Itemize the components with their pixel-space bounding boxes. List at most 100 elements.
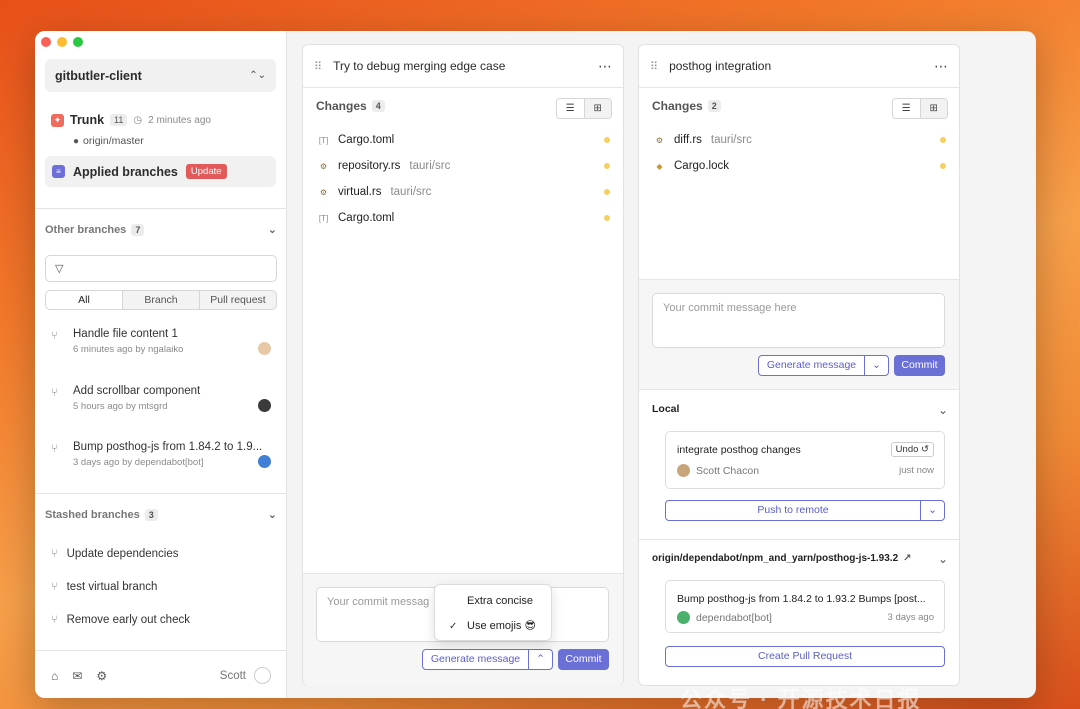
view-mode-toggle: ☰ ⊞ [892, 98, 948, 119]
commit-button[interactable]: Commit [894, 355, 945, 376]
applied-branches-item[interactable]: ≡ Applied branches Update [45, 156, 276, 187]
project-selector[interactable]: gitbutler-client ⌃⌄ [45, 59, 276, 92]
chevron-down-icon[interactable]: ⌄ [938, 403, 948, 417]
generate-options-menu: Extra concise ✓ Use emojis 😎 [434, 584, 552, 641]
minimize-window-button[interactable] [57, 37, 67, 47]
avatar [677, 611, 690, 624]
mail-icon[interactable]: ✉ [72, 669, 82, 683]
close-window-button[interactable] [41, 37, 51, 47]
list-view-icon[interactable]: ☰ [557, 99, 585, 118]
commit-title: integrate posthog changes [677, 444, 801, 456]
watermark: 公众号 · 开源技术日报 [680, 687, 922, 709]
tab-branch[interactable]: Branch [123, 291, 200, 309]
avatar [258, 342, 271, 355]
user-menu[interactable]: Scott [220, 667, 271, 684]
other-branches-header[interactable]: Other branches 7 ⌄ [45, 223, 277, 236]
lane-title[interactable]: posthog integration [669, 59, 771, 73]
zoom-window-button[interactable] [73, 37, 83, 47]
tab-all[interactable]: All [46, 291, 123, 309]
commit-button[interactable]: Commit [558, 649, 609, 670]
commit-card[interactable]: integrate posthog changes Undo ↺ Scott C… [665, 431, 945, 489]
branch-title: Handle file content 1 [73, 328, 178, 340]
undo-label: Undo [895, 444, 919, 455]
file-path: tauri/src [710, 134, 752, 146]
applied-branches-label: Applied branches [73, 164, 178, 179]
trunk-row[interactable]: ✦ Trunk 11 ◷ 2 minutes ago [51, 113, 211, 127]
filter-icon: ▽ [55, 263, 64, 275]
stashed-branches-header[interactable]: Stashed branches 3 ⌄ [45, 508, 277, 521]
divider [639, 539, 959, 540]
other-branches-count: 7 [131, 223, 145, 236]
stashed-branch-item[interactable]: ⑂ test virtual branch [51, 581, 157, 593]
trunk-time: 2 minutes ago [148, 114, 211, 126]
file-path: tauri/src [409, 160, 451, 172]
branch-list-item[interactable]: ⑂ Handle file content 1 6 minutes ago by… [51, 328, 271, 358]
branch-meta: 6 minutes ago by ngalaiko [73, 344, 184, 355]
tree-view-icon[interactable]: ⊞ [584, 99, 611, 118]
file-item[interactable]: [T] Cargo.toml [318, 212, 610, 224]
rust-icon: ⚙ [319, 187, 328, 197]
list-view-icon[interactable]: ☰ [893, 99, 921, 118]
rust-icon: ⚙ [319, 161, 328, 171]
tab-pull-request[interactable]: Pull request [200, 291, 276, 309]
undo-button[interactable]: Undo ↺ [890, 442, 934, 457]
changes-label: Changes [316, 99, 367, 113]
trunk-count: 11 [110, 114, 128, 126]
gear-icon[interactable]: ⚙ [96, 669, 107, 683]
menu-item-extra-concise[interactable]: Extra concise [467, 595, 533, 607]
more-options-icon[interactable]: ⋯ [934, 58, 948, 75]
lane-header: ⠿ Try to debug merging edge case ⋯ [303, 45, 623, 88]
commit-time: just now [899, 465, 934, 476]
divider [35, 208, 287, 209]
commit-title: Bump posthog-js from 1.84.2 to 1.93.2 Bu… [677, 593, 926, 605]
generate-options-button[interactable]: ⌃ [528, 649, 553, 670]
file-item[interactable]: ⚙ virtual.rs tauri/src [318, 186, 610, 198]
github-icon: ● [73, 135, 80, 147]
branch-list-item[interactable]: ⑂ Add scrollbar component 5 hours ago by… [51, 385, 271, 415]
user-name: Scott [219, 669, 246, 682]
file-item[interactable]: [T] Cargo.toml [318, 134, 610, 146]
branch-meta: 5 hours ago by mtsgrd [73, 401, 168, 412]
branch-list-item[interactable]: ⑂ Bump posthog-js from 1.84.2 to 1.9... … [51, 441, 271, 471]
create-pull-request-button[interactable]: Create Pull Request [665, 646, 945, 667]
lock-icon: ◆ [656, 161, 663, 171]
view-mode-toggle: ☰ ⊞ [556, 98, 612, 119]
push-to-remote-button[interactable]: Push to remote [665, 500, 921, 521]
update-badge[interactable]: Update [185, 164, 227, 179]
commit-author: dependabot[bot] [677, 611, 772, 624]
file-item[interactable]: ◆ Cargo.lock [654, 160, 946, 172]
chevron-up-icon: ⌃ [536, 653, 545, 665]
more-options-icon[interactable]: ⋯ [598, 58, 612, 75]
commit-author: Scott Chacon [677, 464, 759, 477]
changes-label: Changes [652, 99, 703, 113]
stashed-branches-count: 3 [144, 508, 158, 521]
generate-message-button[interactable]: Generate message [758, 355, 865, 376]
file-name: diff.rs [674, 134, 702, 146]
applied-branches-icon: ≡ [52, 165, 65, 178]
commit-message-input[interactable]: Your commit message here [652, 293, 945, 348]
file-item[interactable]: ⚙ repository.rs tauri/src [318, 160, 610, 172]
modified-dot [940, 137, 946, 143]
lane-title[interactable]: Try to debug merging edge case [333, 59, 505, 73]
stashed-branch-item[interactable]: ⑂ Remove early out check [51, 614, 190, 626]
stashed-branch-item[interactable]: ⑂ Update dependencies [51, 548, 179, 560]
chevron-down-icon[interactable]: ⌄ [938, 552, 948, 566]
drag-handle-icon[interactable]: ⠿ [650, 60, 659, 73]
git-branch-icon: ⑂ [51, 330, 58, 342]
external-link-icon[interactable]: ↗ [903, 553, 911, 564]
stashed-branch-title: Remove early out check [66, 614, 190, 626]
checkmark-icon: ✓ [449, 621, 458, 632]
avatar [258, 399, 271, 412]
generate-message-button[interactable]: Generate message [422, 649, 529, 670]
generate-options-button[interactable]: ⌄ [864, 355, 889, 376]
drag-handle-icon[interactable]: ⠿ [314, 60, 323, 73]
tree-view-icon[interactable]: ⊞ [920, 99, 947, 118]
branch-filter-input[interactable]: ▽ [45, 255, 277, 282]
avatar [258, 455, 271, 468]
push-options-button[interactable]: ⌄ [920, 500, 945, 521]
menu-item-use-emojis[interactable]: Use emojis 😎 [467, 619, 536, 632]
home-icon[interactable]: ⌂ [51, 669, 58, 683]
file-item[interactable]: ⚙ diff.rs tauri/src [654, 134, 946, 146]
remote-branch-header[interactable]: origin/dependabot/npm_and_yarn/posthog-j… [652, 553, 912, 564]
commit-card[interactable]: Bump posthog-js from 1.84.2 to 1.93.2 Bu… [665, 580, 945, 633]
